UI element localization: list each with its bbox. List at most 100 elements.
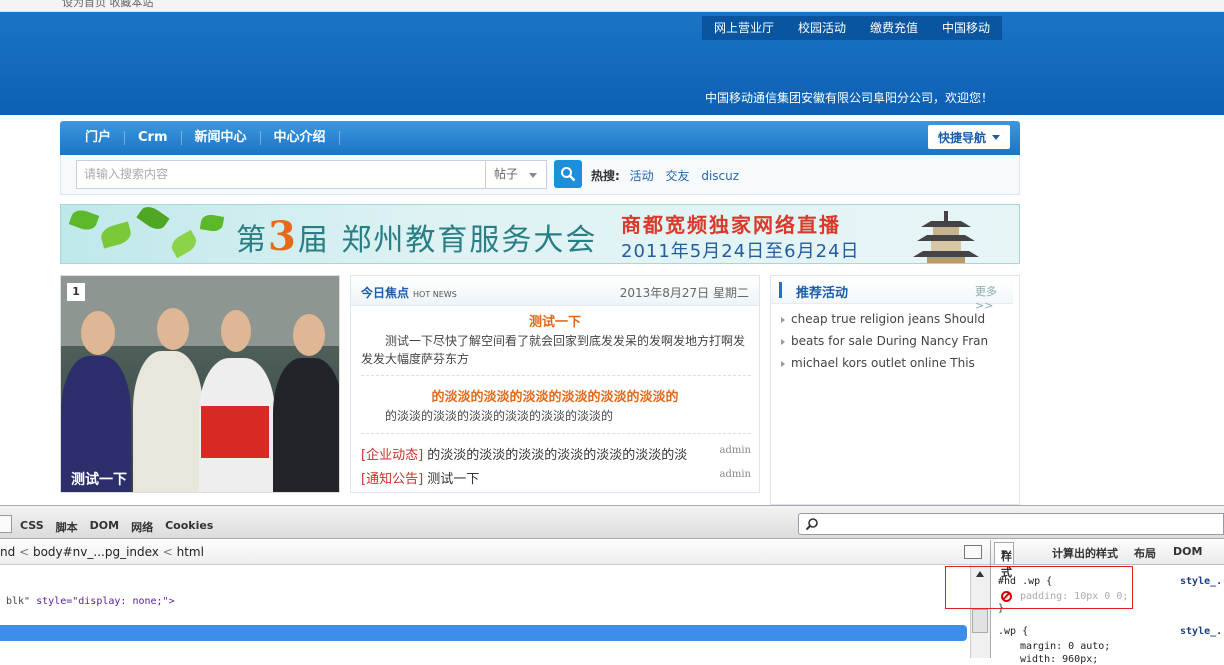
person-figure [273, 358, 339, 492]
list-item[interactable]: beats for sale During Nancy Fran [779, 334, 988, 356]
devtools-search-input[interactable] [798, 513, 1224, 535]
news-summary: 的淡淡的淡淡的淡淡的淡淡的淡淡的淡淡的 [385, 409, 614, 423]
code-line[interactable]: blk" style="display: none;"> [6, 596, 175, 607]
slide-index[interactable]: 1 [67, 283, 85, 301]
nav-item-portal[interactable]: 门户 [72, 131, 126, 145]
tab-css[interactable]: CSS [20, 519, 44, 535]
side-tabs: 样式 ▾ 计算出的样式 布局 DOM [991, 540, 1224, 579]
prize-board [201, 406, 269, 458]
tab-network[interactable]: 网络 [131, 519, 153, 535]
hot-search-item[interactable]: 交友 [665, 169, 689, 183]
news-title-en: HOT NEWS [413, 290, 457, 299]
tab-computed[interactable]: 计算出的样式 [1052, 545, 1118, 561]
list-item[interactable]: michael kors outlet online This [779, 356, 988, 378]
tab-cookies[interactable]: Cookies [165, 519, 213, 535]
css-source-link[interactable]: style_... [1180, 576, 1224, 587]
html-source-view[interactable]: blk" style="display: none;"> [0, 565, 970, 658]
css-source-link[interactable]: style_... [1180, 626, 1224, 637]
news-title-text: 今日焦点 [361, 286, 410, 300]
leaf-decoration [168, 229, 200, 259]
quick-nav-label: 快捷导航 [937, 130, 986, 145]
news-headline[interactable]: 的淡淡的淡淡的淡淡的淡淡的淡淡的淡淡的 [351, 386, 759, 405]
search-input[interactable]: 请输入搜索内容 [76, 160, 486, 189]
main-nav: 门户 Crm 新闻中心 中心介绍 快捷导航 [60, 121, 1020, 155]
top-link-campus[interactable]: 校园活动 [786, 16, 858, 40]
more-link[interactable]: 更多>> [975, 283, 1013, 312]
hot-search-item[interactable]: discuz [701, 169, 739, 183]
nav-item-about[interactable]: 中心介绍 [261, 131, 340, 145]
css-selector[interactable]: .wp { [998, 626, 1028, 637]
hot-search-item[interactable]: 活动 [630, 169, 654, 183]
news-author: admin [719, 445, 751, 456]
person-figure [293, 314, 325, 356]
slide-caption[interactable]: 测试一下 [71, 469, 127, 489]
activities-title: 推荐活动 [796, 286, 849, 301]
divider [361, 433, 751, 434]
selected-code-line[interactable] [0, 625, 967, 641]
top-link-china-mobile[interactable]: 中国移动 [930, 16, 1002, 40]
top-bar-links[interactable]: 设为首页 收藏本站 [62, 0, 154, 10]
news-row[interactable]: [通知公告] 测试一下 admin [361, 468, 751, 487]
top-nav: 网上营业厅 校园活动 缴费充值 中国移动 [702, 16, 1003, 40]
code-style-attr: style="display: none;"> [30, 596, 175, 607]
news-panel: 今日焦点 HOT NEWS 2013年8月27日 星期二 测试一下 测试一下尽快了… [350, 275, 760, 493]
breadcrumb-item[interactable]: body#nv_...pg_index [33, 545, 159, 559]
devtools-tabs: CSS 脚本 DOM 网络 Cookies [20, 519, 213, 535]
welcome-text: 中国移动通信集团安徽有限公司阜阳分公司，欢迎您！ [705, 91, 994, 105]
chevron-down-icon [529, 173, 537, 178]
top-bar: 设为首页 收藏本站 [0, 0, 1224, 12]
banner-suffix: 届 郑州教育服务大会 [297, 223, 598, 258]
pagoda-illustration [913, 211, 979, 263]
ad-banner[interactable]: 第3届 郑州教育服务大会 商都宽频独家网络直播 2011年5月24日至6月24日 [60, 204, 1020, 264]
news-headline[interactable]: 测试一下 [351, 311, 759, 330]
news-row[interactable]: [企业动态] 的淡淡的淡淡的淡淡的淡淡的淡淡的淡淡的淡 admin [361, 444, 751, 463]
activities-panel: 推荐活动 更多>> cheap true religion jeans Shou… [770, 275, 1020, 505]
css-declaration[interactable]: margin: 0 auto; [1020, 641, 1110, 652]
banner-title: 第3届 郑州教育服务大会 [236, 213, 597, 260]
activities-list: cheap true religion jeans Should beats f… [779, 312, 988, 378]
quick-nav-button[interactable]: 快捷导航 [927, 125, 1010, 149]
banner-number: 3 [268, 213, 298, 260]
slideshow[interactable]: 1 测试一下 [60, 275, 340, 493]
search-icon [805, 518, 818, 531]
hot-search-label: 热搜: [591, 169, 620, 183]
news-category[interactable]: [通知公告] [361, 472, 423, 487]
person-figure [133, 351, 203, 492]
devtools-toolbar: CSS 脚本 DOM 网络 Cookies [0, 505, 1224, 539]
top-link-recharge[interactable]: 缴费充值 [858, 16, 930, 40]
search-button[interactable] [554, 160, 582, 188]
scroll-thumb[interactable] [972, 609, 988, 633]
panel-menu-button[interactable] [0, 515, 12, 533]
banner-line1: 商都宽频独家网络直播 [621, 213, 841, 237]
tab-dom[interactable]: DOM [90, 519, 119, 535]
highlight-annotation-box [945, 566, 1133, 609]
divider [361, 375, 751, 376]
breadcrumb-item[interactable]: html [177, 545, 204, 559]
nav-item-news[interactable]: 新闻中心 [182, 131, 261, 145]
tab-layout[interactable]: 布局 [1134, 545, 1156, 561]
search-bar: 请输入搜索内容 帖子 热搜: 活动 交友 discuz [60, 155, 1020, 195]
person-figure [81, 311, 115, 355]
list-item[interactable]: cheap true religion jeans Should [779, 312, 988, 334]
person-figure [157, 308, 189, 350]
top-link-online-hall[interactable]: 网上营业厅 [702, 16, 786, 40]
tab-side-dom[interactable]: DOM [1173, 545, 1202, 558]
tab-script[interactable]: 脚本 [56, 519, 78, 535]
news-row-title[interactable]: 的淡淡的淡淡的淡淡的淡淡的淡淡的淡淡的淡 [427, 448, 687, 463]
breadcrumb-item[interactable]: nd [0, 545, 15, 559]
search-type-select[interactable]: 帖子 [485, 160, 547, 189]
banner-prefix: 第 [236, 223, 268, 258]
site-header: 网上营业厅 校园活动 缴费充值 中国移动 中国移动通信集团安徽有限公司阜阳分公司… [0, 12, 1224, 115]
tab-style[interactable]: 样式 ▾ [994, 542, 1014, 579]
dom-breadcrumb: nd < body#nv_...pg_index < html [0, 540, 990, 565]
banner-line2: 2011年5月24日至6月24日 [621, 241, 860, 262]
nav-item-crm[interactable]: Crm [125, 131, 182, 145]
news-header: 今日焦点 HOT NEWS 2013年8月27日 星期二 [351, 276, 759, 306]
title-accent [779, 282, 782, 298]
news-summary: 测试一下尽快了解空间看了就会回家到底发发呆的发啊发地方打啊发发发大幅度萨芬东方 [361, 334, 746, 366]
toggle-side-panel-button[interactable] [964, 545, 982, 559]
leaf-decoration [199, 213, 225, 233]
css-declaration[interactable]: width: 960px; [1020, 654, 1098, 665]
news-category[interactable]: [企业动态] [361, 448, 423, 463]
news-row-title[interactable]: 测试一下 [427, 472, 479, 487]
